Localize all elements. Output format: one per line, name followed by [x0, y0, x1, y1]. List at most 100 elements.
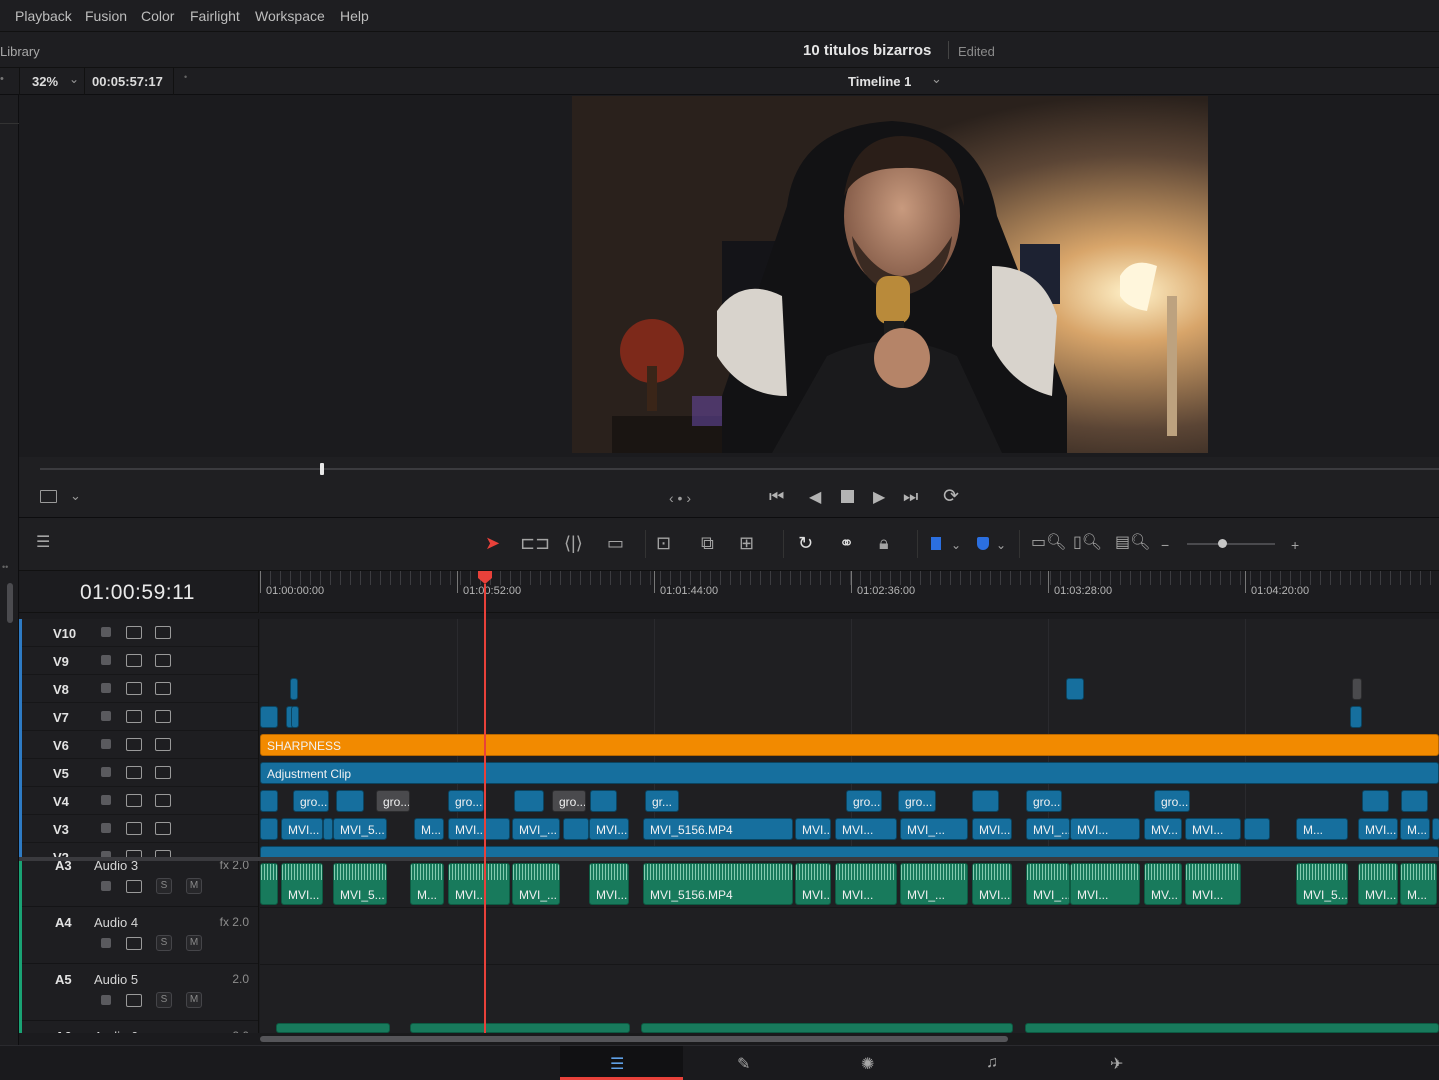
audio-clip[interactable]: MVI_...: [900, 863, 968, 905]
color-page-icon[interactable]: ✺: [861, 1054, 874, 1074]
zoom-in-icon[interactable]: +: [1291, 535, 1299, 555]
zoom-slider[interactable]: [1187, 543, 1275, 545]
timeline-clip[interactable]: [260, 790, 278, 812]
timeline-clip[interactable]: MVI_...: [900, 818, 968, 840]
timeline-clip[interactable]: [1362, 790, 1389, 812]
audio-clip[interactable]: MVI...: [1070, 863, 1140, 905]
timeline-clip[interactable]: M...: [1296, 818, 1348, 840]
lock-icon[interactable]: [101, 995, 111, 1005]
audio-clip[interactable]: MVI_5...: [1296, 863, 1348, 905]
scrubber-handle[interactable]: [320, 463, 324, 475]
timeline-clip[interactable]: [563, 818, 589, 840]
audio-track-header[interactable]: A6Audio 62.0SM: [19, 1021, 258, 1033]
mute-button[interactable]: M: [186, 992, 202, 1008]
timeline-clip[interactable]: [260, 846, 1439, 857]
timeline-clip[interactable]: M...: [414, 818, 444, 840]
go-to-start-icon[interactable]: ⏮: [769, 487, 784, 507]
edit-page-tab[interactable]: ☰: [560, 1046, 683, 1080]
scrubber-track[interactable]: [40, 468, 1439, 470]
audio-clip[interactable]: MVI...: [1185, 863, 1241, 905]
video-track-header[interactable]: V7: [19, 703, 258, 731]
flag-dropdown-icon[interactable]: ⌄: [951, 535, 961, 555]
timeline-clip[interactable]: [1350, 706, 1362, 728]
snapping-icon[interactable]: ↻: [798, 533, 813, 553]
adjustment-clip[interactable]: Adjustment Clip: [260, 762, 1439, 784]
audio-clip[interactable]: MVI...: [795, 863, 831, 905]
position-lock-icon[interactable]: 🔒︎: [879, 533, 889, 553]
lock-icon[interactable]: [101, 938, 111, 948]
auto-select-icon[interactable]: [126, 880, 142, 893]
auto-select-icon[interactable]: [126, 626, 142, 639]
timeline-clip[interactable]: gro...: [898, 790, 936, 812]
timeline-clip[interactable]: gro...: [552, 790, 586, 812]
zoom-full-icon[interactable]: ▭🔍︎: [1031, 533, 1066, 553]
track-enable-icon[interactable]: [155, 738, 171, 751]
audio-track-header[interactable]: A5 Audio 5 2.0 S M: [19, 964, 258, 1021]
lock-icon[interactable]: [101, 739, 111, 749]
lock-icon[interactable]: [101, 627, 111, 637]
marker-dropdown-icon[interactable]: ⌄: [996, 535, 1006, 555]
timeline-clip[interactable]: [1401, 790, 1428, 812]
timeline-clip[interactable]: MVI...: [795, 818, 831, 840]
zoom-custom-icon[interactable]: ▤🔍︎: [1115, 533, 1150, 553]
track-enable-icon[interactable]: [155, 794, 171, 807]
library-label[interactable]: Library: [0, 44, 40, 59]
audio-clip[interactable]: MVI_5156.MP4: [643, 863, 793, 905]
timeline-clip[interactable]: [1066, 678, 1084, 700]
solo-button[interactable]: S: [156, 935, 172, 951]
timeline-clip[interactable]: [1432, 818, 1439, 840]
video-track-header[interactable]: V9: [19, 647, 258, 675]
lock-icon[interactable]: [101, 767, 111, 777]
link-icon[interactable]: ⚭: [839, 533, 854, 553]
timeline-dropdown-icon[interactable]: ⌄: [931, 71, 942, 87]
viewer-options-dropdown-icon[interactable]: ⌄: [70, 488, 81, 504]
lock-icon[interactable]: [101, 655, 111, 665]
select-arrow-icon[interactable]: ➤: [485, 533, 500, 553]
timeline-ruler[interactable]: 01:00:00:00 01:00:52:00 01:01:44:00 01:0…: [260, 571, 1439, 613]
track-name[interactable]: Audio 4: [94, 915, 138, 930]
auto-select-icon[interactable]: [126, 822, 142, 835]
timeline-clip[interactable]: MVI...: [1185, 818, 1241, 840]
menu-fairlight[interactable]: Fairlight: [190, 8, 240, 24]
timeline-clip[interactable]: [1352, 678, 1362, 700]
timeline-clip[interactable]: [323, 818, 333, 840]
lock-icon[interactable]: [101, 823, 111, 833]
track-enable-icon[interactable]: [155, 822, 171, 835]
trim-icon[interactable]: ⊏⊐: [520, 533, 550, 553]
video-track-header[interactable]: V4: [19, 787, 258, 815]
viewer-options-icon[interactable]: [40, 490, 57, 503]
timeline-clip[interactable]: [260, 706, 278, 728]
overwrite-icon[interactable]: ⧉: [701, 533, 714, 553]
video-track-header[interactable]: V5: [19, 759, 258, 787]
timeline-clip[interactable]: [1244, 818, 1270, 840]
zoom-slider-handle[interactable]: [1218, 539, 1227, 548]
timeline-view-options-icon[interactable]: ☰: [36, 533, 50, 553]
loop-icon[interactable]: ⟳: [943, 485, 959, 508]
timeline-clip[interactable]: [590, 790, 617, 812]
zoom-dropdown-icon[interactable]: ⌄: [69, 72, 79, 86]
auto-select-icon[interactable]: [126, 937, 142, 950]
menu-playback[interactable]: Playback: [15, 8, 72, 24]
timeline-clip[interactable]: [972, 790, 999, 812]
timeline-clip[interactable]: gro...: [1154, 790, 1190, 812]
fairlight-page-icon[interactable]: ♫: [986, 1054, 998, 1072]
audio-clip[interactable]: MVI_...: [1026, 863, 1070, 905]
audio-clip[interactable]: MVI...: [972, 863, 1012, 905]
track-enable-icon[interactable]: [155, 654, 171, 667]
video-track-header[interactable]: V2: [19, 843, 258, 857]
jog-control-icon[interactable]: ‹ • ›: [669, 490, 691, 506]
audio-track-header[interactable]: A3 Audio 3 fx 2.0 S M: [19, 861, 258, 907]
timeline-clip[interactable]: gro...: [846, 790, 882, 812]
timeline-clip[interactable]: MVI_5156.MP4: [643, 818, 793, 840]
panel-scrollbar[interactable]: [7, 583, 13, 623]
replace-icon[interactable]: ⊞: [739, 533, 754, 553]
dynamic-trim-icon[interactable]: ⟨|⟩: [564, 533, 583, 553]
timeline-clip[interactable]: [514, 790, 544, 812]
lock-icon[interactable]: [101, 881, 111, 891]
timeline-clip[interactable]: MVI_...: [512, 818, 560, 840]
timeline-clip[interactable]: MVI...: [589, 818, 629, 840]
timeline-clip[interactable]: MV...: [1144, 818, 1182, 840]
timeline-clip[interactable]: MVI...: [835, 818, 897, 840]
timeline-clip[interactable]: MVI...: [448, 818, 510, 840]
audio-clip[interactable]: M...: [1400, 863, 1437, 905]
